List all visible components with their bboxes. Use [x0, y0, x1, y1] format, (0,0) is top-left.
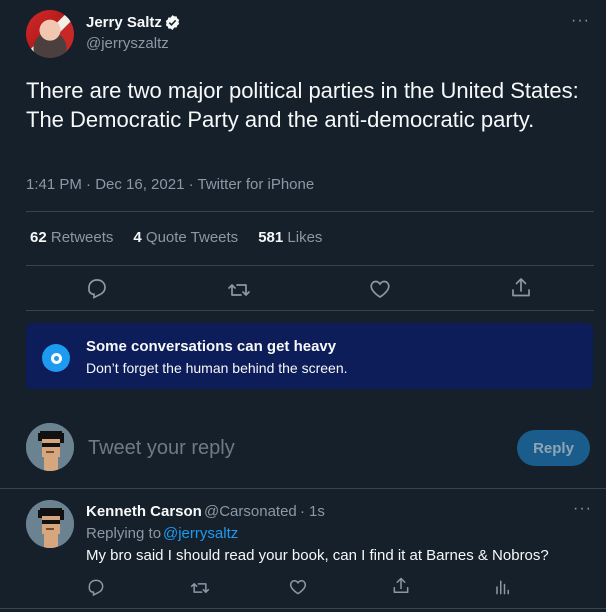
reply-time[interactable]: 1s [309, 503, 325, 520]
separator-dot: · [300, 503, 305, 520]
share-icon[interactable] [391, 576, 411, 596]
divider [26, 265, 594, 266]
author-avatar[interactable] [26, 10, 74, 58]
conversation-notice [26, 323, 593, 389]
reply-author-name[interactable]: Kenneth Carson [86, 503, 202, 520]
retweet-icon[interactable] [190, 578, 210, 598]
divider [0, 608, 606, 609]
author-handle[interactable]: @jerryszaltz [86, 35, 169, 52]
divider [26, 310, 594, 311]
replying-to-label: Replying to [86, 525, 162, 542]
tweet-timestamp[interactable]: 1:41 PM · Dec 16, 2021 · Twitter for iPh… [26, 176, 314, 193]
reply-text: My bro said I should read your book, can… [86, 547, 549, 564]
retweet-icon[interactable] [227, 278, 251, 302]
share-icon[interactable] [509, 276, 533, 300]
reply-input[interactable]: Tweet your reply [88, 437, 235, 460]
notice-subtitle: Don’t forget the human behind the screen… [86, 360, 348, 376]
divider [26, 211, 594, 212]
like-icon[interactable] [288, 577, 308, 597]
notice-title: Some conversations can get heavy [86, 338, 337, 355]
retweets-stat[interactable]: 62 Retweets [30, 229, 113, 246]
analytics-icon[interactable] [492, 577, 512, 597]
author-name[interactable]: Jerry Saltz [86, 14, 162, 31]
likes-stat[interactable]: 581 Likes [258, 229, 322, 246]
reply-icon[interactable] [86, 577, 106, 597]
more-options-icon[interactable]: ··· [571, 12, 590, 30]
quote-tweets-label: Quote Tweets [145, 229, 239, 246]
user-avatar[interactable] [26, 423, 74, 471]
tweet-stats: 62 Retweets 4 Quote Tweets 581 Likes [30, 229, 342, 246]
info-icon [42, 344, 70, 372]
reply-button[interactable]: Reply [517, 430, 590, 466]
retweets-count: 62 [30, 229, 47, 246]
reply-author-handle[interactable]: @Carsonated [204, 503, 297, 520]
replying-to-link[interactable]: @jerrysaltz [163, 525, 238, 542]
divider [0, 488, 606, 489]
reply-more-options-icon[interactable]: ··· [573, 500, 592, 518]
tweet-text: There are two major political parties in… [26, 78, 579, 132]
verified-badge-icon [165, 15, 180, 30]
quote-tweets-stat[interactable]: 4 Quote Tweets [133, 229, 238, 246]
likes-label: Likes [287, 229, 323, 246]
retweets-label: Retweets [50, 229, 114, 246]
like-icon[interactable] [368, 277, 392, 301]
reply-icon[interactable] [85, 276, 109, 300]
reply-author-avatar[interactable] [26, 500, 74, 548]
likes-count: 581 [258, 229, 284, 246]
quote-tweets-count: 4 [133, 229, 142, 246]
